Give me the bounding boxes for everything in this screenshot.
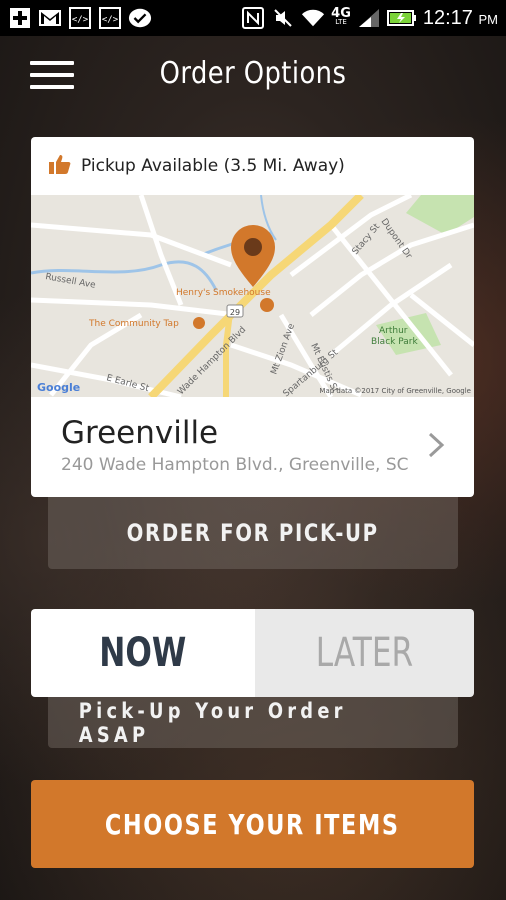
wifi-icon: [301, 7, 325, 29]
location-card[interactable]: Pickup Available (3.5 Mi. Away) Russell …: [31, 137, 474, 497]
svg-text:Arthur: Arthur: [379, 326, 408, 336]
location-details[interactable]: Greenville 240 Wade Hampton Blvd., Green…: [31, 397, 474, 497]
code-icon: </>: [98, 7, 122, 29]
choose-your-items-button[interactable]: CHOOSE YOUR ITEMS: [31, 780, 474, 868]
clock: 12:17 PM: [422, 6, 498, 29]
network-type: 4G LTE: [331, 6, 351, 26]
pickup-text: Pickup Available (3.5 Mi. Away): [81, 156, 345, 176]
svg-text:The Community Tap: The Community Tap: [88, 319, 179, 329]
code-icon: </>: [68, 7, 92, 29]
asap-label: Pick-Up Your Order ASAP: [48, 697, 458, 748]
header: Order Options: [0, 36, 506, 120]
nfc-icon: [241, 7, 265, 29]
svg-text:</>: </>: [102, 15, 119, 25]
location-name: Greenville: [61, 415, 219, 451]
check-icon: [128, 7, 152, 29]
order-for-pickup-button[interactable]: ORDER FOR PICK-UP: [48, 497, 458, 569]
pickup-availability: Pickup Available (3.5 Mi. Away): [31, 137, 474, 195]
svg-text:Map data ©2017 City of Greenvi: Map data ©2017 City of Greenville, Googl…: [319, 387, 471, 395]
page-title: Order Options: [159, 56, 347, 91]
signal-icon: [357, 7, 381, 29]
svg-text:</>: </>: [72, 15, 89, 25]
thumbs-up-icon: [49, 154, 71, 178]
svg-text:Henry's Smokehouse: Henry's Smokehouse: [176, 288, 271, 298]
svg-text:Black Park: Black Park: [371, 337, 418, 347]
battery-icon: [386, 7, 417, 29]
chevron-right-icon[interactable]: [426, 431, 446, 459]
time-toggle: NOW LATER: [31, 609, 474, 697]
svg-text:29: 29: [230, 308, 240, 317]
plus-icon: [8, 7, 32, 29]
later-tab[interactable]: LATER: [255, 609, 474, 697]
location-address: 240 Wade Hampton Blvd., Greenville, SC: [61, 455, 409, 475]
status-bar: </> </> 4G LTE 12:17 PM: [0, 0, 506, 36]
svg-text:Google: Google: [37, 381, 80, 394]
gmail-icon: [38, 7, 62, 29]
location-map[interactable]: Russell Ave Wade Hampton Blvd Dupont Dr …: [31, 195, 474, 397]
now-tab[interactable]: NOW: [31, 609, 255, 697]
mute-icon: [271, 7, 295, 29]
